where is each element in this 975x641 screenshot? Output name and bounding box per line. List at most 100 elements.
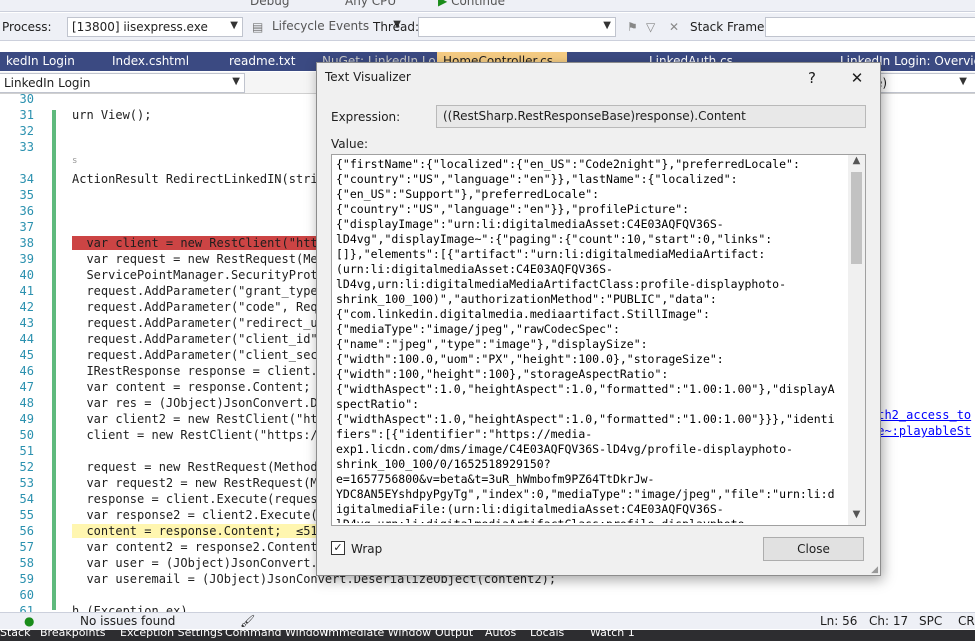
code-text: var client2 = new RestClient("https [72, 412, 340, 426]
line-number: 60 [19, 588, 34, 602]
close-button[interactable]: Close [763, 537, 864, 561]
line-number: 52 [19, 460, 34, 474]
check-icon: ● [24, 614, 35, 628]
tab-linkedin-login[interactable]: kedIn Login [0, 52, 104, 71]
expression-label: Expression: [331, 110, 401, 124]
line-number: 40 [19, 268, 34, 282]
code-text: var response2 = client2.Execute(req [72, 508, 340, 522]
line-number: 50 [19, 428, 34, 442]
line-number: 59 [19, 572, 34, 586]
stack-frame-combo[interactable] [765, 17, 975, 37]
tab-command-window[interactable]: Command Window [225, 630, 328, 639]
tab-autos[interactable]: Autos [485, 630, 516, 639]
code-text: ServicePointManager.SecurityProtoco [72, 268, 340, 282]
tab-index-cshtml[interactable]: Index.cshtml [106, 52, 221, 71]
filter-icon[interactable]: ▽ [646, 20, 655, 34]
tab-exception-settings[interactable]: Exception Settings [120, 630, 223, 639]
code-text: request.AddParameter("redirect_uri" [72, 316, 340, 330]
line-number: 56 [19, 524, 34, 538]
column-number: Ch: 17 [869, 614, 909, 628]
line-number: 39 [19, 252, 34, 266]
filter-clear-icon[interactable]: ✕ [669, 20, 679, 34]
line-number: 36 [19, 204, 34, 218]
scroll-thumb[interactable] [851, 172, 862, 264]
line-number: 54 [19, 492, 34, 506]
line-number: 32 [19, 124, 34, 138]
project-value: LinkedIn Login [4, 76, 91, 90]
code-line: 60 [0, 588, 975, 604]
code-text: IRestResponse response = client.Exe [72, 364, 340, 378]
code-text: var client = new RestClient("https: [72, 236, 340, 250]
code-overflow-line50: ge~:playableSt [870, 424, 972, 438]
code-text: request.AddParameter("client_secret [72, 348, 340, 362]
main-toolbar: Debug Any CPU ▶ Continue [0, 0, 975, 12]
code-overflow-line49: uth2_access_to [870, 408, 972, 422]
member-combo[interactable]: e) ▼ [870, 73, 975, 93]
tab-immediate-window[interactable]: Immediate Window [325, 630, 431, 639]
code-text: request.AddParameter("code", Reques [72, 300, 340, 314]
value-text[interactable]: {"firstName":{"localized":{"en_US":"Code… [336, 157, 846, 523]
help-button[interactable]: ? [797, 67, 827, 89]
code-text: response = client.Execute(request); [72, 492, 340, 506]
line-number: 33 [19, 140, 34, 154]
wrap-checkbox[interactable]: ✓ [331, 541, 345, 555]
code-text: var request2 = new RestRequest(Meth [72, 476, 340, 490]
code-text: request.AddParameter("client_id", " [72, 332, 340, 346]
platform-combo[interactable]: Any CPU [345, 0, 396, 10]
stack-frame-label: Stack Frame: [690, 20, 769, 34]
chevron-down-icon: ▼ [230, 20, 238, 31]
value-textbox[interactable]: {"firstName":{"localized":{"en_US":"Code… [331, 154, 866, 526]
line-number: 41 [19, 284, 34, 298]
scroll-up-icon[interactable]: ▲ [848, 155, 865, 171]
code-text: var res = (JObject)JsonConvert.Dese [72, 396, 340, 410]
line-number: 55 [19, 508, 34, 522]
code-text: s [72, 156, 78, 166]
scroll-down-icon[interactable]: ▼ [848, 509, 865, 525]
tab-watch[interactable]: Watch 1 [590, 630, 635, 639]
line-number: 44 [19, 332, 34, 346]
code-text: client = new RestClient("https://ap [72, 428, 340, 442]
tab-breakpoints[interactable]: Breakpoints [40, 630, 106, 639]
line-number: 58 [19, 556, 34, 570]
close-icon[interactable]: ✕ [842, 67, 872, 89]
line-number: 34 [19, 172, 34, 186]
chevron-down-icon: ▼ [959, 76, 967, 87]
line-number: 48 [19, 396, 34, 410]
code-text: request = new RestRequest(Method.GE [72, 460, 340, 474]
issues-status[interactable]: No issues found [80, 614, 175, 628]
process-value: [13800] iisexpress.exe [72, 20, 208, 34]
line-number: 57 [19, 540, 34, 554]
chevron-down-icon: ▼ [603, 20, 611, 31]
play-icon: ▶ [438, 0, 448, 8]
tab-locals[interactable]: Locals [530, 630, 564, 639]
line-number: 35 [19, 188, 34, 202]
chevron-down-icon: ▼ [232, 76, 240, 87]
line-ending[interactable]: CRL [958, 614, 975, 628]
flag-icon[interactable]: ⚑ [627, 20, 638, 34]
tab-readme[interactable]: readme.txt [223, 52, 315, 71]
lifecycle-icon: ▤ [252, 20, 264, 34]
code-text: ActionResult RedirectLinkedIN(string [72, 172, 333, 186]
line-number: 45 [19, 348, 34, 362]
continue-button[interactable]: ▶ Continue [438, 0, 505, 10]
project-combo[interactable]: LinkedIn Login ▼ [0, 73, 245, 93]
code-text: var content = response.Content; [72, 380, 311, 394]
line-number: 30 [19, 94, 34, 106]
expression-field[interactable]: ((RestSharp.RestResponseBase)response).C… [436, 105, 866, 128]
line-number: 31 [19, 108, 34, 122]
lifecycle-label: Lifecycle Events [272, 19, 370, 33]
tab-output[interactable]: Output [435, 630, 473, 639]
thread-label: Thread: [373, 20, 420, 34]
config-combo[interactable]: Debug [250, 0, 289, 10]
brush-icon[interactable]: 🖌 [240, 614, 255, 628]
wrap-label: Wrap [351, 542, 383, 556]
value-scrollbar[interactable]: ▲ ▼ [848, 155, 865, 525]
resize-grip-icon[interactable]: ◢ [871, 565, 878, 575]
line-number: 46 [19, 364, 34, 378]
line-number: 37 [19, 220, 34, 234]
whitespace-mode[interactable]: SPC [919, 614, 942, 628]
process-combo[interactable]: [13800] iisexpress.exe ▼ [67, 17, 243, 37]
thread-combo[interactable]: ▼ [418, 17, 616, 37]
line-number: 53 [19, 476, 34, 490]
tab-call-stack[interactable]: Stack [0, 630, 30, 639]
